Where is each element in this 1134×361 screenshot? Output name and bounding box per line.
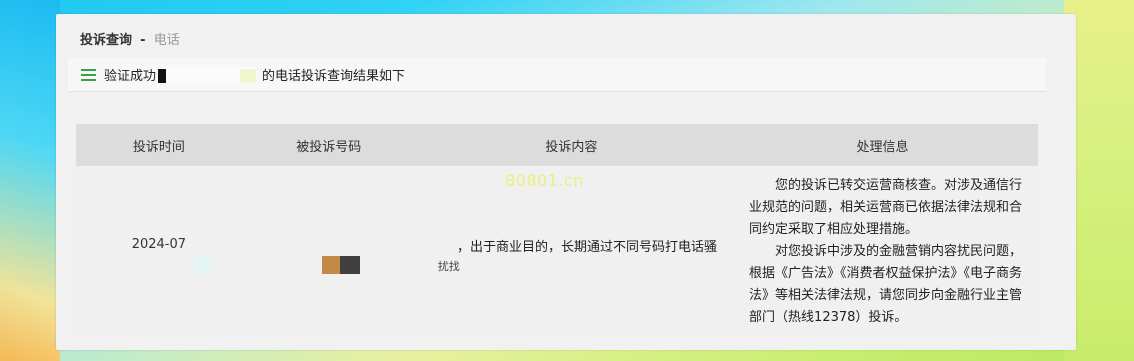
cell-complaint-content: ，出于商业目的，长期通过不同号码打电话骚 扰找 [415,166,728,338]
table-header-row: 投诉时间 被投诉号码 投诉内容 处理信息 [76,124,1038,166]
notice-suffix: 的电话投诉查询结果如下 [262,69,406,84]
background-left-accent [0,0,60,361]
page-title: 投诉查询 - 电话 [80,29,180,48]
complaint-date: 2024-07 [131,236,187,252]
column-header-content: 投诉内容 [415,124,728,166]
complaint-content-text: ，出于商业目的，长期通过不同号码打电话骚 [457,240,718,255]
title-main: 投诉查询 [80,33,133,48]
column-header-time: 投诉时间 [76,124,242,166]
complaint-content-tail: 扰找 [437,260,460,273]
complaint-result-panel: 投诉查询 - 电话 验证成功 的电话投诉查询结果如下 投诉时间 被投诉号码 投诉… [56,14,1076,350]
watermark-text: 80801.cn [505,171,584,190]
table-row: 2024-07 ，出于商业目的，长期通过不同号码打电话骚 扰找 您的投诉已转交运… [76,166,1038,338]
redacted-complained-number [321,256,360,274]
processing-info-paragraph-2: 对您投诉中涉及的金融营销内容扰民问题，根据《广告法》《消费者权益保护法》《电子商… [749,244,1023,325]
notice-prefix: 验证成功 [104,69,157,84]
processing-info-paragraph-1: 您的投诉已转交运营商核查。对涉及通信行业规范的问题，相关运营商已依据法律法规和合… [749,178,1023,237]
cell-complained-number [241,166,416,338]
title-subtitle: 电话 [153,33,180,48]
column-header-number: 被投诉号码 [241,124,416,166]
complaint-table: 投诉时间 被投诉号码 投诉内容 处理信息 2024-07 ，出于商业目的，长期通… [76,124,1038,338]
title-separator: - [140,33,146,48]
cell-processing-info: 您的投诉已转交运营商核查。对涉及通信行业规范的问题，相关运营商已依据法律法规和合… [727,166,1038,338]
redacted-phone-number [158,66,257,83]
menu-list-icon [81,68,96,81]
column-header-processing: 处理信息 [727,124,1038,166]
redacted-date-part [194,256,210,274]
verification-notice: 验证成功 的电话投诉查询结果如下 [68,58,1046,92]
cell-complaint-time: 2024-07 [76,166,242,338]
